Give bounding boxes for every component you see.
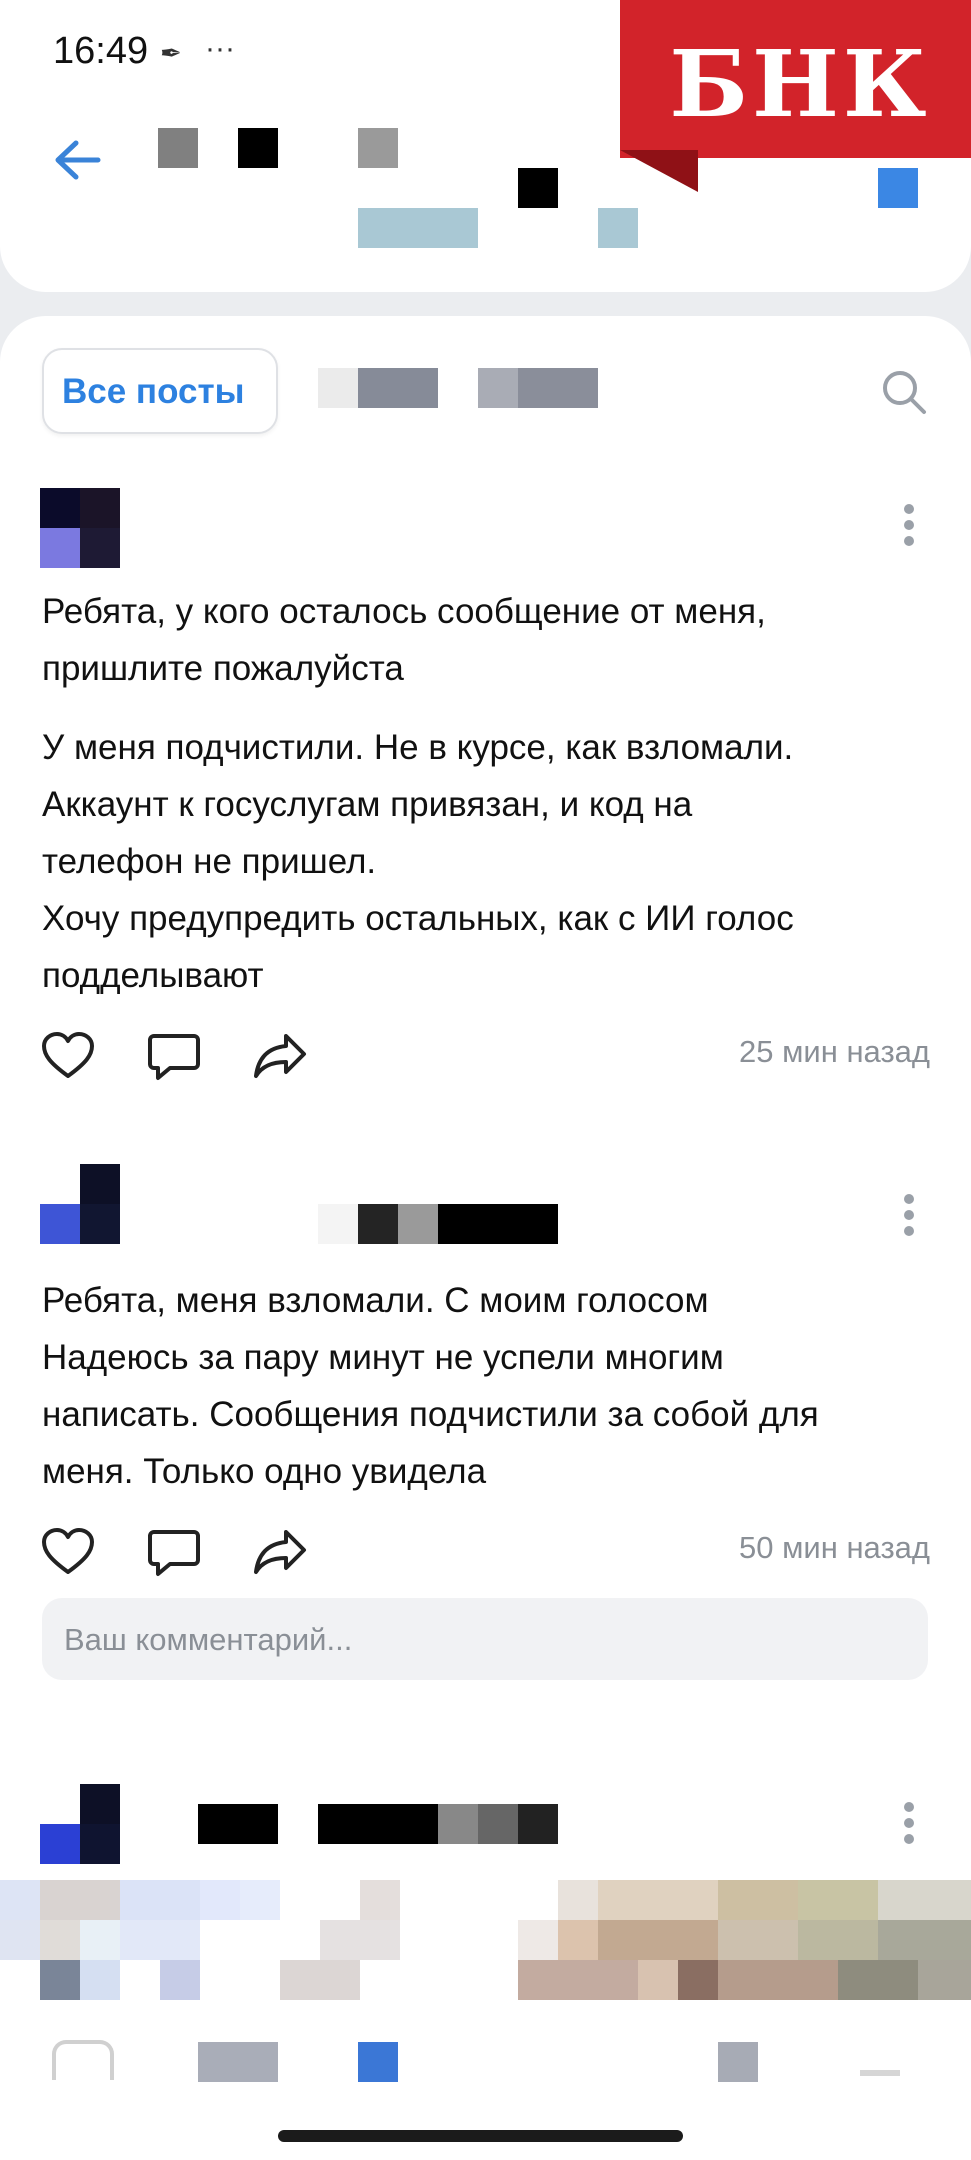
- post-body-line: У меня подчистили. Не в курсе, как взлом…: [42, 728, 794, 767]
- status-notification-icon: ✒: [160, 38, 182, 68]
- post-timestamp: 25 мин назад: [738, 1034, 930, 1069]
- post-body-line: Ребята, меня взломали. С моим голосом: [42, 1281, 709, 1320]
- share-icon[interactable]: [252, 1030, 308, 1082]
- nav-active-tab[interactable]: [358, 2042, 398, 2082]
- post-body-line: телефон не пришел.: [42, 842, 377, 881]
- comment-input[interactable]: [62, 1598, 906, 1682]
- post-body-line: подделывают: [42, 956, 264, 995]
- tab-all-posts[interactable]: Все посты: [42, 348, 278, 434]
- post-timestamp: 50 мин назад: [738, 1530, 930, 1565]
- comment-icon[interactable]: [146, 1030, 202, 1082]
- avatar[interactable]: [40, 1784, 120, 1864]
- post-body-line: меня. Только одно увидела: [42, 1452, 487, 1491]
- avatar[interactable]: [40, 488, 120, 568]
- more-vertical-icon[interactable]: [899, 1798, 919, 1848]
- brand-logo-tail: [620, 150, 698, 192]
- status-more-indicator: ···: [205, 32, 235, 65]
- heart-icon[interactable]: [40, 1526, 96, 1578]
- home-tab-icon[interactable]: [52, 2040, 114, 2080]
- avatar[interactable]: [40, 1164, 120, 1244]
- more-vertical-icon[interactable]: [899, 500, 919, 550]
- share-icon[interactable]: [252, 1526, 308, 1578]
- arrow-left-icon[interactable]: [48, 135, 108, 185]
- tab-all-posts-label: Все посты: [62, 372, 245, 411]
- post-body: Ребята, меня взломали. С моим голосом На…: [42, 1272, 942, 1500]
- heart-icon[interactable]: [40, 1030, 96, 1082]
- status-time: 16:49: [53, 30, 149, 72]
- comment-field[interactable]: [42, 1598, 928, 1682]
- more-vertical-icon[interactable]: [899, 1190, 919, 1240]
- search-icon[interactable]: [880, 368, 928, 416]
- post-body-line: Хочу предупредить остальных, как с ИИ го…: [42, 899, 794, 938]
- comment-icon[interactable]: [146, 1526, 202, 1578]
- post-body-line: написать. Сообщения подчистили за собой …: [42, 1395, 819, 1434]
- post-title: Ребята, у кого осталось сообщение от мен…: [42, 592, 766, 688]
- post-body: У меня подчистили. Не в курсе, как взлом…: [42, 719, 942, 1004]
- brand-logo-text: БНК: [669, 30, 931, 138]
- post-body-line: Надеюсь за пару минут не успели многим: [42, 1338, 724, 1377]
- home-indicator[interactable]: [278, 2130, 683, 2142]
- post-body-line: Аккаунт к госуслугам привязан, и код на: [42, 785, 693, 824]
